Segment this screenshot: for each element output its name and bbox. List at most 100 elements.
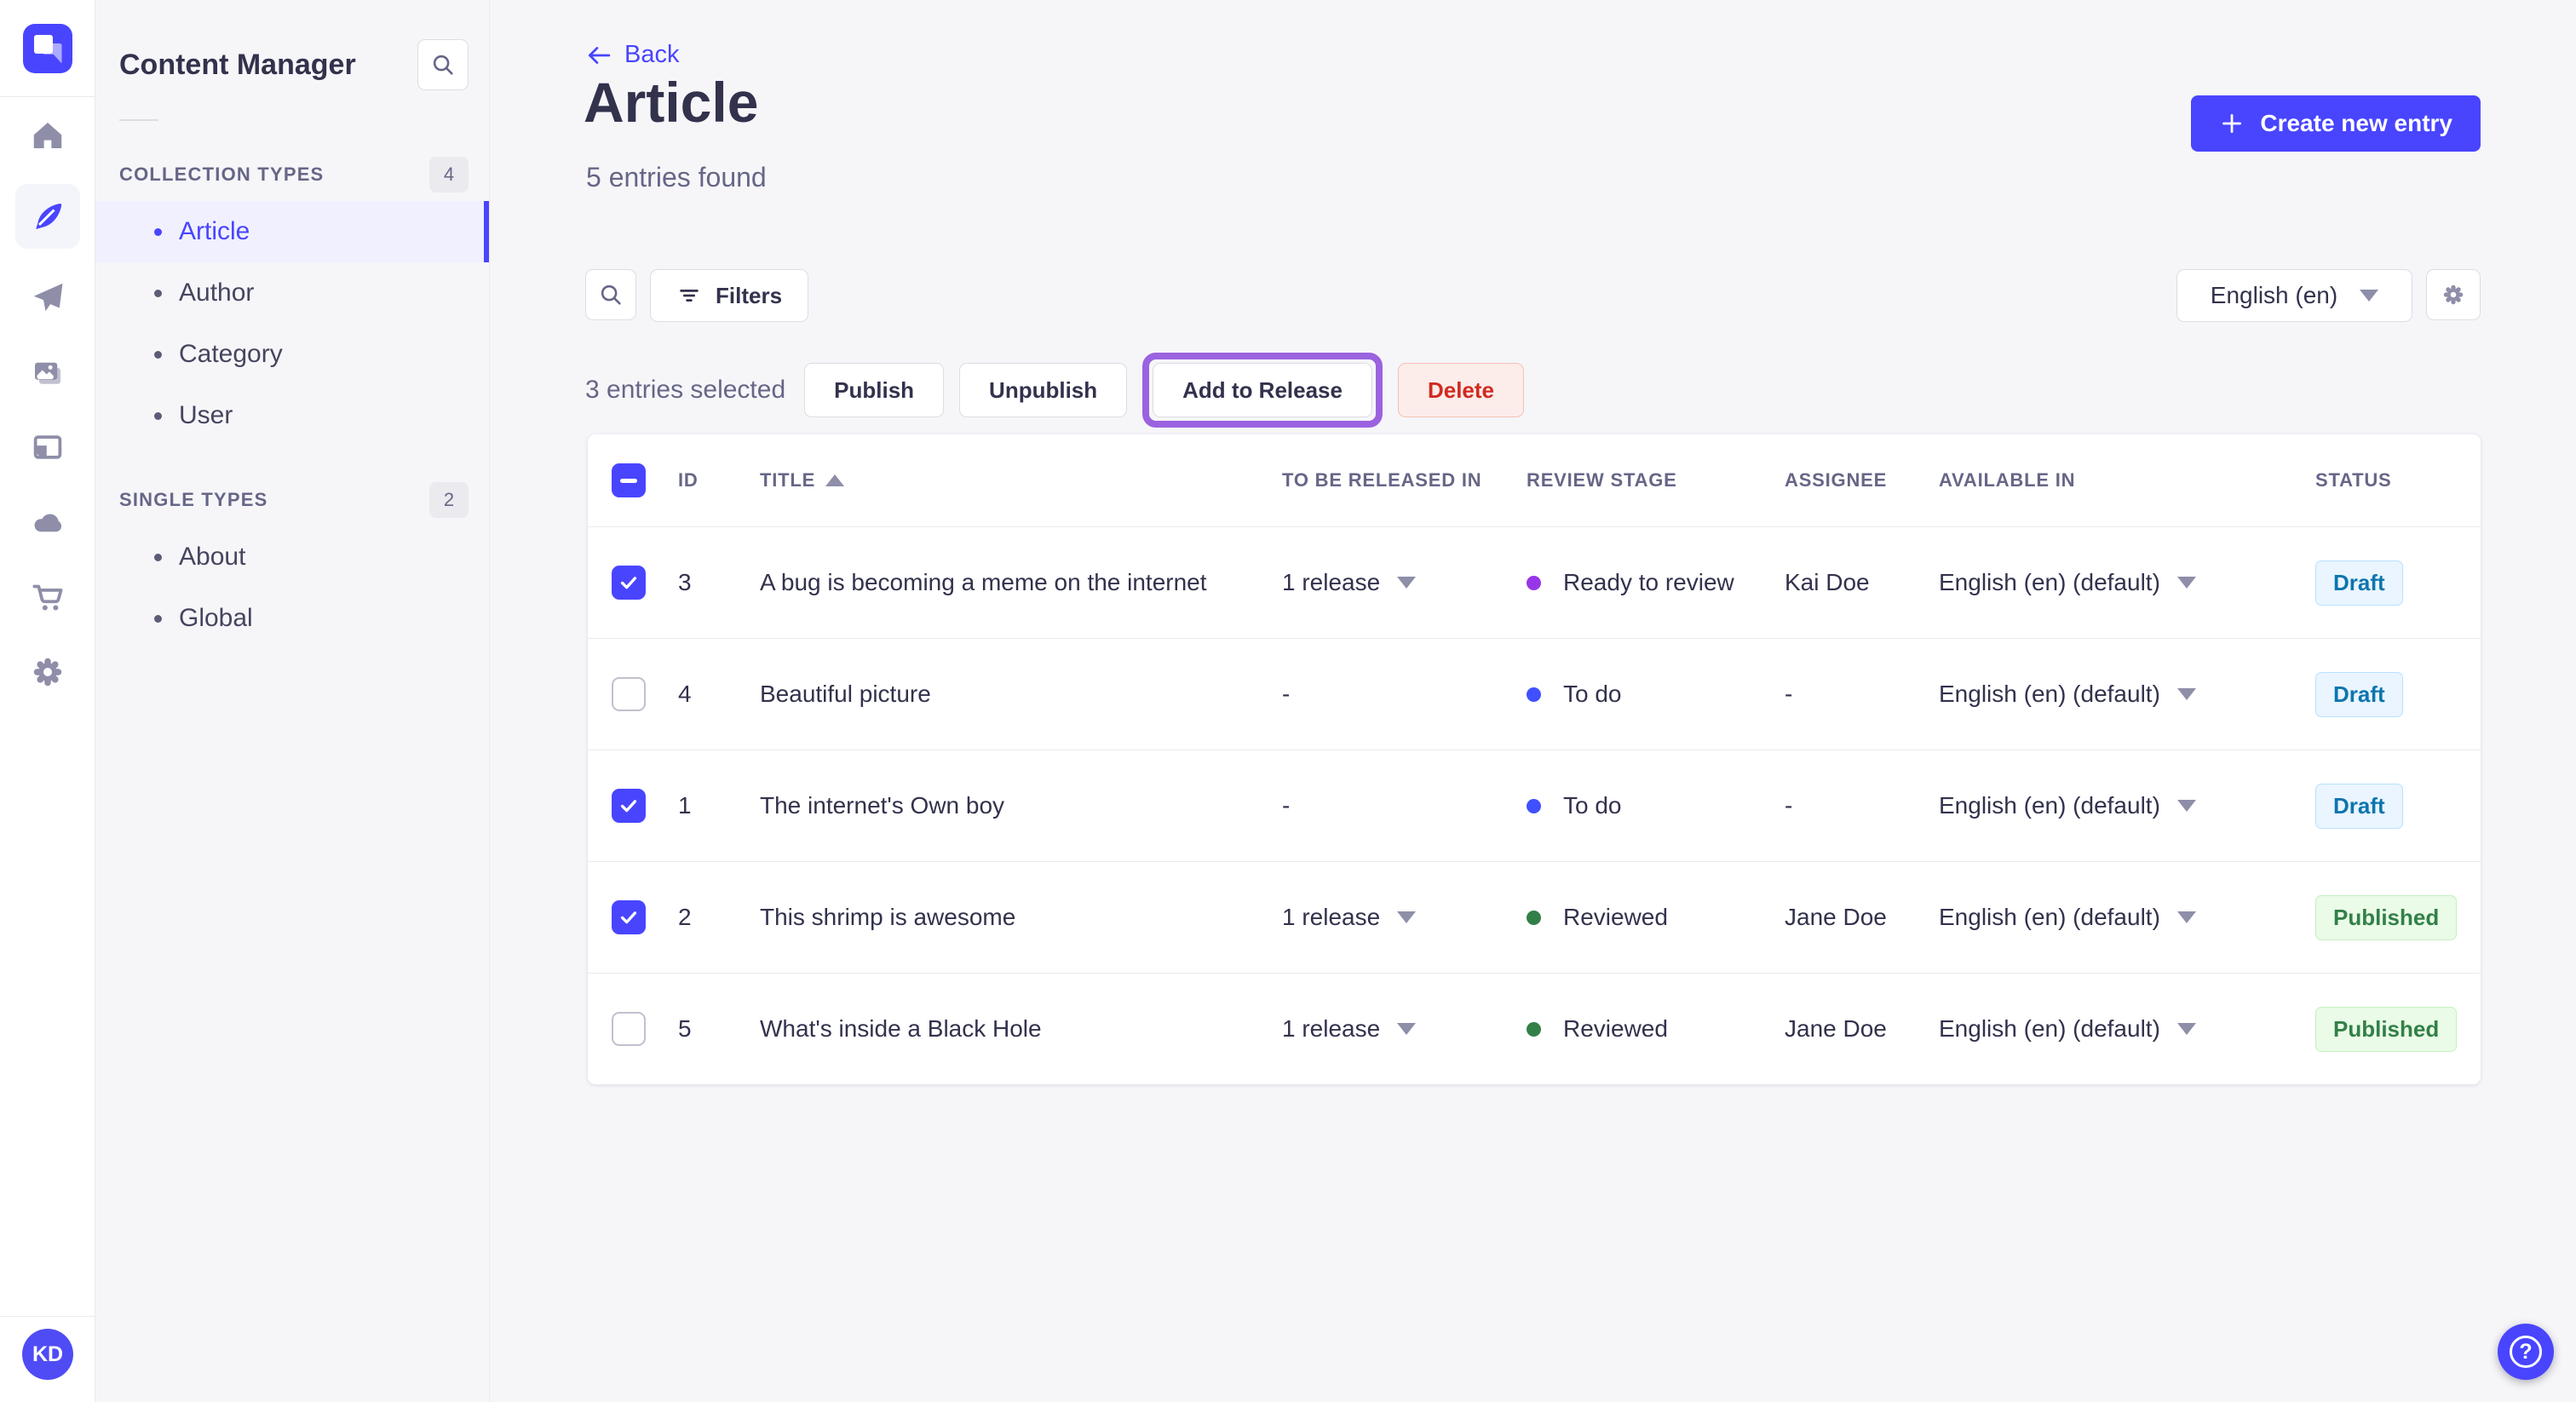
create-new-entry-button[interactable]: Create new entry (2191, 95, 2481, 152)
page-title: Article (584, 71, 759, 134)
sidebar-item-label: Article (179, 217, 250, 245)
review-stage-dot (1527, 1021, 1541, 1037)
cell-assignee: - (1785, 792, 1793, 819)
panel-title: Content Manager (119, 48, 356, 81)
sidebar-item-label: Global (179, 604, 253, 632)
chevron-down-icon (1397, 911, 1417, 923)
table-row[interactable]: 3 A bug is becoming a meme on the intern… (588, 526, 2481, 638)
view-settings-button[interactable] (2426, 269, 2481, 320)
cell-review-stage: To do (1527, 792, 1785, 819)
sidebar-item-category[interactable]: Category (95, 324, 489, 385)
help-button[interactable]: ? (2498, 1324, 2554, 1380)
table-row[interactable]: 2 This shrimp is awesome 1 release Revie… (588, 861, 2481, 973)
filters-button[interactable]: Filters (650, 269, 809, 322)
chevron-down-icon (2176, 911, 2196, 923)
row-checkbox[interactable] (612, 1012, 646, 1046)
cell-title: What's inside a Black Hole (760, 1015, 1042, 1042)
avatar[interactable]: KD (22, 1329, 73, 1380)
sidebar-item-global[interactable]: Global (95, 588, 489, 649)
col-status[interactable]: STATUS (2315, 469, 2481, 491)
cell-title: Beautiful picture (760, 681, 931, 707)
bullet-icon (154, 350, 162, 359)
selection-count: 3 entries selected (585, 376, 786, 404)
table-header-row: ID TITLE TO BE RELEASED IN REVIEW STAGE … (588, 434, 2481, 526)
cell-title: This shrimp is awesome (760, 904, 1016, 930)
bullet-icon (154, 411, 162, 420)
review-stage-dot (1527, 910, 1541, 925)
chevron-down-icon (1397, 1023, 1417, 1035)
available-in-dropdown[interactable]: English (en) (default) (1939, 904, 2315, 931)
col-title[interactable]: TITLE (760, 469, 1282, 491)
select-all-checkbox[interactable] (612, 463, 646, 497)
back-link[interactable]: Back (585, 41, 679, 69)
content-manager-icon[interactable] (15, 184, 80, 249)
sidebar-item-label: Category (179, 340, 283, 368)
add-to-release-button[interactable]: Add to Release (1153, 363, 1372, 417)
available-in-dropdown[interactable]: English (en) (default) (1939, 1015, 2315, 1043)
collection-types-list: Article Author Category User (95, 201, 489, 446)
cell-id: 1 (678, 792, 692, 819)
status-badge: Published (2315, 1006, 2458, 1052)
bullet-icon (154, 553, 162, 561)
filter-icon (680, 289, 699, 302)
col-id[interactable]: ID (678, 469, 760, 491)
main-content: Back Article 5 entries found Create new … (490, 0, 2576, 1402)
cell-assignee: - (1785, 681, 1793, 707)
release-dropdown[interactable]: - (1282, 681, 1527, 708)
publish-button[interactable]: Publish (804, 363, 945, 417)
entries-table: ID TITLE TO BE RELEASED IN REVIEW STAGE … (588, 434, 2481, 1084)
review-stage-dot (1527, 575, 1541, 590)
chevron-down-icon (2176, 1023, 2196, 1035)
col-assignee[interactable]: ASSIGNEE (1785, 469, 1939, 491)
content-manager-panel: Content Manager COLLECTION TYPES 4 Artic… (95, 0, 490, 1402)
row-checkbox[interactable] (612, 789, 646, 823)
cell-review-stage: Reviewed (1527, 904, 1785, 931)
media-icon[interactable] (15, 346, 80, 399)
review-stage-dot (1527, 798, 1541, 813)
status-badge: Published (2315, 894, 2458, 940)
col-review-stage[interactable]: REVIEW STAGE (1527, 469, 1785, 491)
available-in-dropdown[interactable]: English (en) (default) (1939, 569, 2315, 596)
col-available-in[interactable]: AVAILABLE IN (1939, 469, 2315, 491)
arrow-left-icon (588, 46, 611, 64)
cell-id: 4 (678, 681, 692, 707)
table-row[interactable]: 4 Beautiful picture - To do - English (e… (588, 638, 2481, 750)
single-types-label: SINGLE TYPES (119, 489, 268, 510)
home-icon[interactable] (15, 109, 80, 162)
cell-id: 3 (678, 569, 692, 595)
release-dropdown[interactable]: 1 release (1282, 1015, 1527, 1043)
table-row[interactable]: 1 The internet's Own boy - To do - Engli… (588, 750, 2481, 861)
cell-review-stage: Ready to review (1527, 569, 1785, 596)
sidebar-item-author[interactable]: Author (95, 262, 489, 324)
delete-button[interactable]: Delete (1397, 363, 1525, 417)
release-dropdown[interactable]: - (1282, 792, 1527, 819)
cell-assignee: Kai Doe (1785, 569, 1870, 595)
locale-select[interactable]: English (en) (2176, 269, 2412, 322)
settings-gear-icon[interactable] (15, 646, 80, 698)
row-checkbox[interactable] (612, 677, 646, 711)
cloud-icon[interactable] (15, 496, 80, 549)
panel-search-button[interactable] (417, 39, 469, 90)
release-dropdown[interactable]: 1 release (1282, 569, 1527, 596)
status-badge: Draft (2315, 560, 2403, 606)
release-dropdown[interactable]: 1 release (1282, 904, 1527, 931)
cell-id: 5 (678, 1015, 692, 1042)
row-checkbox[interactable] (612, 900, 646, 934)
add-to-release-highlight: Add to Release (1142, 353, 1383, 428)
sidebar-item-article[interactable]: Article (95, 201, 489, 262)
strapi-logo[interactable] (22, 23, 72, 73)
col-to-be-released-in[interactable]: TO BE RELEASED IN (1282, 469, 1527, 491)
table-row[interactable]: 5 What's inside a Black Hole 1 release R… (588, 973, 2481, 1084)
layout-icon[interactable] (15, 421, 80, 474)
back-label: Back (624, 41, 680, 68)
available-in-dropdown[interactable]: English (en) (default) (1939, 681, 2315, 708)
row-checkbox[interactable] (612, 566, 646, 600)
cart-icon[interactable] (15, 571, 80, 623)
sidebar-item-user[interactable]: User (95, 385, 489, 446)
chevron-down-icon (2360, 290, 2379, 302)
search-button[interactable] (585, 269, 636, 320)
send-icon[interactable] (15, 271, 80, 324)
unpublish-button[interactable]: Unpublish (959, 363, 1128, 417)
sidebar-item-about[interactable]: About (95, 526, 489, 588)
available-in-dropdown[interactable]: English (en) (default) (1939, 792, 2315, 819)
